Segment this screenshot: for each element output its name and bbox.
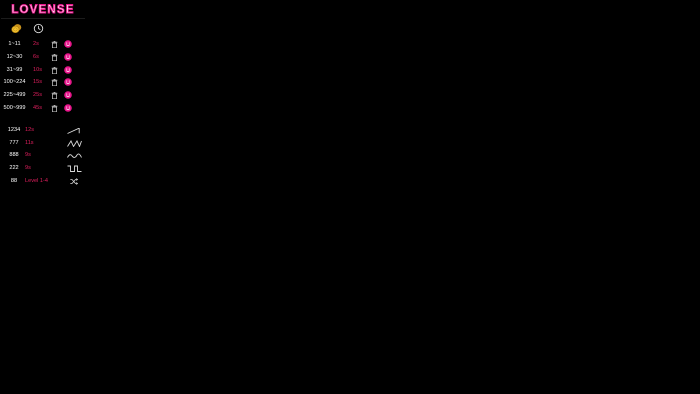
tip-duration: 25s [33, 92, 43, 99]
coins-icon [11, 24, 22, 34]
special-command-row: 888 9s [0, 149, 86, 162]
clock-icon [33, 23, 44, 34]
tip-range: 500~999 [3, 104, 26, 111]
tip-level-list: 1~11 2s 12~30 6s 31~99 10s 100~224 15s 2… [0, 38, 86, 115]
face-icon [64, 91, 72, 99]
pattern-pulse-icon [67, 165, 82, 173]
pattern-wave-icon [67, 153, 82, 159]
trash-icon[interactable] [51, 104, 58, 112]
special-command-row: 222 9s [0, 162, 86, 175]
tip-level-row: 500~999 45s [0, 102, 86, 115]
pattern-sawtooth-icon [67, 139, 82, 147]
face-icon [64, 40, 72, 48]
lovense-logo-text: LOVENSE [11, 4, 74, 15]
command-duration: 11s [25, 139, 34, 146]
trash-icon[interactable] [51, 41, 58, 48]
trash-icon[interactable] [51, 53, 58, 61]
tip-range: 225~499 [3, 92, 26, 99]
command-duration: Level 1-4 [25, 177, 49, 184]
command-code: 888 [9, 152, 19, 159]
tip-range: 100~224 [3, 79, 26, 86]
face-icon [64, 78, 72, 87]
special-command-list: 1234 12s 777 11s 888 9s 222 9s 88 Level … [0, 124, 86, 188]
special-command-row: 1234 12s [0, 124, 86, 137]
trash-icon[interactable] [51, 92, 58, 100]
shuffle-icon [70, 178, 78, 185]
command-code: 88 [10, 177, 18, 184]
tip-duration: 15s [33, 79, 43, 86]
pattern-ramp-icon [67, 127, 80, 134]
column-headers [0, 22, 86, 36]
face-icon [64, 65, 72, 74]
lovense-logo: LOVENSE [11, 4, 74, 15]
tip-duration: 6s [33, 53, 39, 60]
tip-level-row: 12~30 6s [0, 51, 86, 64]
tip-level-row: 100~224 15s [0, 76, 86, 89]
command-code: 1234 [7, 126, 21, 133]
tip-range: 31~99 [6, 66, 23, 73]
command-code: 222 [9, 165, 19, 172]
tip-level-row: 1~11 2s [0, 38, 86, 51]
special-command-row: 777 11s [0, 137, 86, 150]
tip-range: 1~11 [8, 41, 21, 47]
trash-icon[interactable] [51, 79, 58, 87]
tip-duration: 10s [33, 66, 43, 73]
command-duration: 9s [25, 152, 31, 159]
face-icon [64, 52, 72, 61]
command-code: 777 [9, 139, 19, 146]
header-divider [1, 18, 85, 19]
command-duration: 9s [25, 165, 31, 172]
tip-duration: 45s [33, 104, 43, 111]
tip-duration: 2s [33, 41, 39, 47]
tip-level-row: 31~99 10s [0, 64, 86, 77]
tip-range: 12~30 [6, 53, 23, 60]
trash-icon[interactable] [51, 66, 58, 74]
tip-menu-panel: LOVENSE 1~11 2s 12~30 6s 31~99 10s 100~2… [0, 0, 86, 188]
special-command-row: 88 Level 1-4 [0, 175, 86, 188]
tip-level-row: 225~499 25s [0, 89, 86, 102]
face-icon [64, 104, 72, 112]
command-duration: 12s [25, 126, 35, 133]
